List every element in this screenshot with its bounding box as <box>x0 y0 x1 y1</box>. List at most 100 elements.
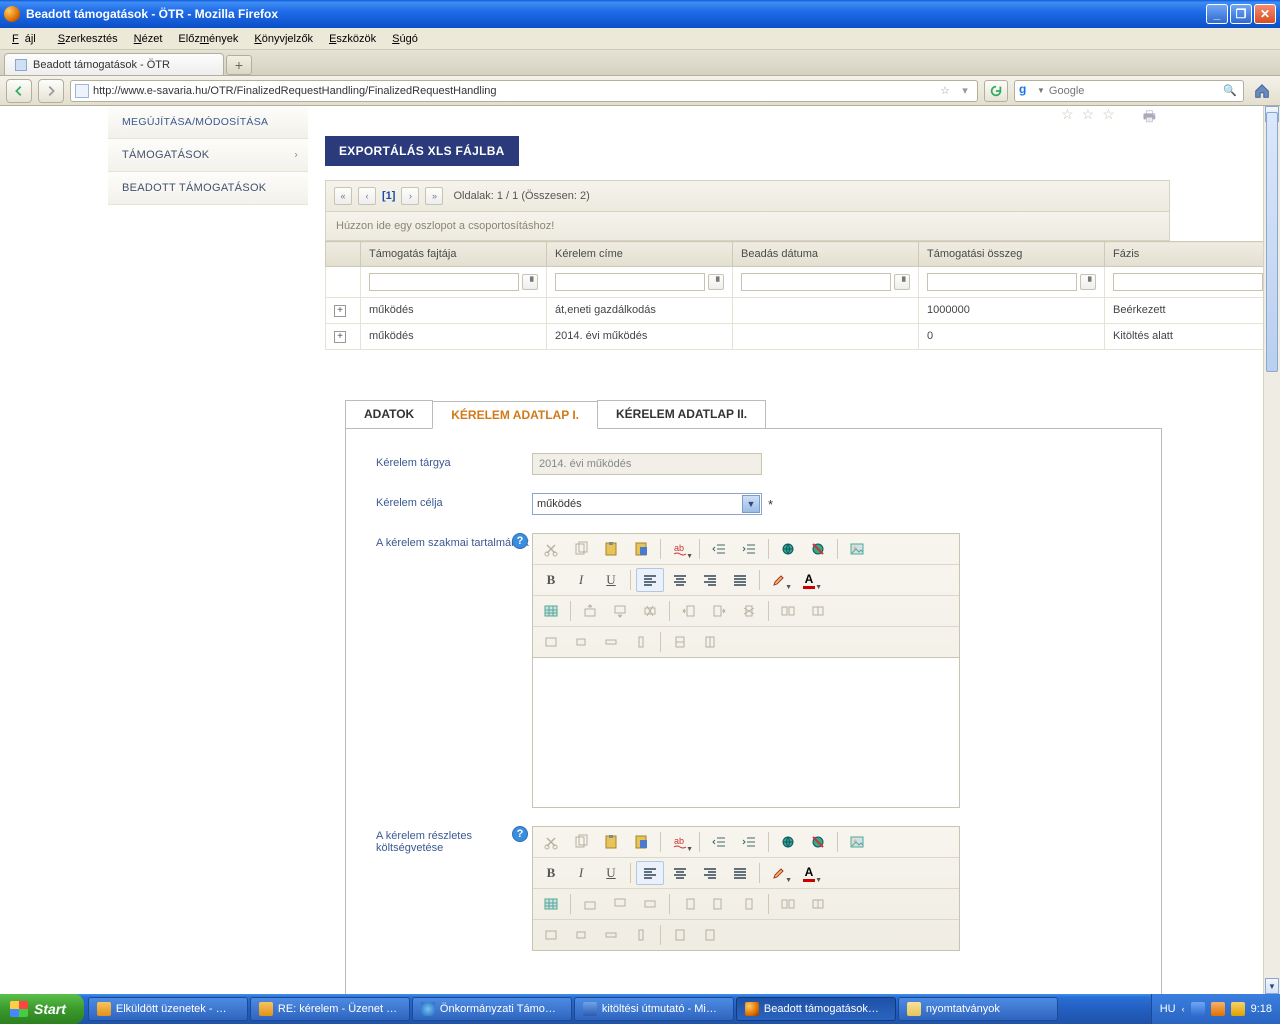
grid-group-hint[interactable]: Húzzon ide egy oszlopot a csoportosításh… <box>325 212 1170 241</box>
pager-prev-button[interactable]: ‹ <box>358 187 376 205</box>
outdent-icon[interactable] <box>705 830 733 854</box>
col-cim[interactable]: Kérelem címe <box>547 242 733 267</box>
url-dropdown-icon[interactable]: ▾ <box>957 84 973 97</box>
filter-icon[interactable]: ▝ <box>522 274 538 290</box>
paste-icon[interactable] <box>597 537 625 561</box>
back-button[interactable] <box>6 79 32 103</box>
window-close-button[interactable]: ✕ <box>1254 4 1276 24</box>
col-props-icon[interactable] <box>627 923 655 947</box>
link-icon[interactable] <box>774 537 802 561</box>
link-icon[interactable] <box>774 830 802 854</box>
search-icon[interactable]: 🔍 <box>1223 84 1239 97</box>
font-color-icon[interactable]: A▼ <box>795 568 823 592</box>
menu-history[interactable]: Előzmények <box>172 31 244 47</box>
insert-row-above-icon[interactable] <box>576 892 604 916</box>
tab-adatok[interactable]: ADATOK <box>345 400 433 428</box>
menu-edit[interactable]: Szerkesztés <box>52 31 124 47</box>
filter-input[interactable] <box>555 273 705 291</box>
new-tab-button[interactable]: + <box>226 55 252 75</box>
split-horizontal-icon[interactable] <box>696 630 724 654</box>
delete-col-icon[interactable] <box>735 599 763 623</box>
highlight-color-icon[interactable]: ▼ <box>765 568 793 592</box>
table-props-icon[interactable] <box>537 630 565 654</box>
bold-icon[interactable]: B <box>537 568 565 592</box>
insert-row-below-icon[interactable] <box>606 599 634 623</box>
url-input[interactable] <box>93 85 933 97</box>
home-button[interactable] <box>1250 80 1274 102</box>
merge-down-icon[interactable] <box>666 630 694 654</box>
merge-cells-icon[interactable] <box>774 892 802 916</box>
pager-next-button[interactable]: › <box>401 187 419 205</box>
cut-icon[interactable] <box>537 830 565 854</box>
split-cell-icon[interactable] <box>804 892 832 916</box>
copy-icon[interactable] <box>567 830 595 854</box>
underline-icon[interactable]: U <box>597 861 625 885</box>
paste-icon[interactable] <box>597 830 625 854</box>
image-icon[interactable] <box>843 537 871 561</box>
italic-icon[interactable]: I <box>567 861 595 885</box>
align-right-icon[interactable] <box>696 568 724 592</box>
table-props-icon[interactable] <box>537 923 565 947</box>
col-props-icon[interactable] <box>627 630 655 654</box>
taskbar-item[interactable]: Beadott támogatások… <box>736 997 896 1021</box>
pager-last-button[interactable]: » <box>425 187 443 205</box>
insert-col-right-icon[interactable] <box>705 599 733 623</box>
taskbar-item[interactable]: nyomtatványok <box>898 997 1058 1021</box>
search-input[interactable] <box>1049 85 1219 97</box>
col-tamogatas[interactable]: Támogatás fajtája <box>361 242 547 267</box>
taskbar-item[interactable]: RE: kérelem - Üzenet … <box>250 997 410 1021</box>
spellcheck-icon[interactable]: ab▼ <box>666 830 694 854</box>
cell-props-icon[interactable] <box>567 630 595 654</box>
cut-icon[interactable] <box>537 537 565 561</box>
help-icon[interactable]: ? <box>512 826 528 842</box>
forward-button[interactable] <box>38 79 64 103</box>
help-icon[interactable]: ? <box>512 533 528 549</box>
start-button[interactable]: Start <box>0 994 84 1024</box>
tab-kerelem-2[interactable]: KÉRELEM ADATLAP II. <box>597 400 766 428</box>
delete-col-icon[interactable] <box>735 892 763 916</box>
menu-view[interactable]: Nézet <box>128 31 169 47</box>
print-icon[interactable]: 🖶 <box>1143 106 1156 130</box>
bold-icon[interactable]: B <box>537 861 565 885</box>
insert-col-left-icon[interactable] <box>675 892 703 916</box>
align-center-icon[interactable] <box>666 861 694 885</box>
tray-icon[interactable] <box>1191 1002 1205 1016</box>
rich-text-editor-2[interactable]: ab▼ <box>532 826 960 951</box>
scroll-thumb[interactable] <box>1266 112 1278 372</box>
reload-button[interactable] <box>984 80 1008 102</box>
unlink-icon[interactable] <box>804 830 832 854</box>
bookmark-star-icon[interactable]: ☆ <box>937 84 953 97</box>
underline-icon[interactable]: U <box>597 568 625 592</box>
table-row[interactable]: + működés át,eneti gazdálkodás 1000000 B… <box>326 298 1280 324</box>
filter-icon[interactable]: ▝ <box>1080 274 1096 290</box>
tray-icon[interactable] <box>1211 1002 1225 1016</box>
menu-help[interactable]: Súgó <box>386 31 424 47</box>
window-minimize-button[interactable]: _ <box>1206 4 1228 24</box>
filter-input[interactable] <box>927 273 1077 291</box>
delete-row-icon[interactable] <box>636 599 664 623</box>
align-left-icon[interactable] <box>636 568 664 592</box>
scroll-down-button[interactable]: ▼ <box>1265 978 1279 994</box>
menu-bookmarks[interactable]: Könyvjelzők <box>248 31 319 47</box>
merge-cells-icon[interactable] <box>774 599 802 623</box>
align-justify-icon[interactable] <box>726 568 754 592</box>
paste-word-icon[interactable] <box>627 537 655 561</box>
tray-language[interactable]: HU <box>1160 1003 1176 1015</box>
highlight-color-icon[interactable]: ▼ <box>765 861 793 885</box>
insert-row-above-icon[interactable] <box>576 599 604 623</box>
spellcheck-icon[interactable]: ab▼ <box>666 537 694 561</box>
insert-table-icon[interactable] <box>537 599 565 623</box>
filter-input[interactable] <box>1113 273 1263 291</box>
tray-icon[interactable] <box>1231 1002 1245 1016</box>
insert-row-below-icon[interactable] <box>606 892 634 916</box>
filter-icon[interactable]: ▝ <box>708 274 724 290</box>
filter-input[interactable] <box>369 273 519 291</box>
expand-icon[interactable]: + <box>334 331 346 343</box>
browser-tab[interactable]: Beadott támogatások - ÖTR <box>4 53 224 75</box>
menu-tools[interactable]: Eszközök <box>323 31 382 47</box>
taskbar-item[interactable]: Önkormányzati Támo… <box>412 997 572 1021</box>
star-icon[interactable]: ☆ <box>1082 106 1095 130</box>
vertical-scrollbar[interactable]: ▲ ▼ <box>1263 106 1280 994</box>
tray-clock[interactable]: 9:18 <box>1251 1003 1272 1015</box>
taskbar-item[interactable]: Elküldött üzenetek - … <box>88 997 248 1021</box>
